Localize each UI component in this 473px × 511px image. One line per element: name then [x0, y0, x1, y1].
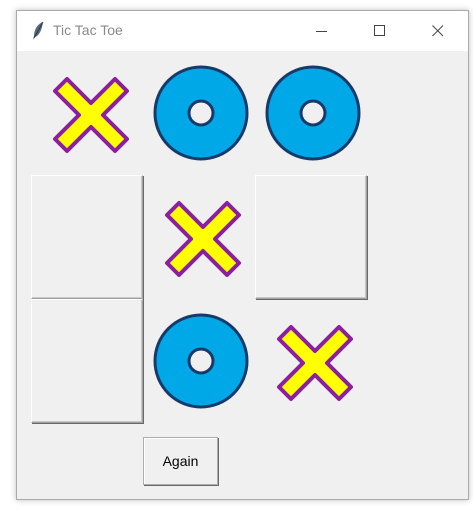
minimize-button[interactable] [299, 11, 345, 51]
board-cell-1-2[interactable] [255, 175, 367, 299]
close-button[interactable] [415, 11, 461, 51]
minimize-icon [316, 31, 327, 32]
o-mark-icon [153, 313, 249, 409]
feather-icon [33, 21, 44, 40]
o-mark-icon [265, 65, 361, 161]
board-cell-0-1[interactable] [143, 51, 255, 175]
board-cell-1-1[interactable] [143, 175, 255, 299]
board-cell-1-0[interactable] [31, 175, 143, 299]
o-mark-icon [153, 65, 249, 161]
maximize-button[interactable] [357, 11, 403, 51]
x-mark-icon [277, 325, 353, 401]
board-cell-2-0[interactable] [31, 299, 143, 423]
x-mark-icon [165, 201, 241, 277]
x-mark-icon [53, 77, 129, 153]
window-title: Tic Tac Toe [53, 22, 123, 38]
title-bar[interactable]: Tic Tac Toe [17, 11, 468, 51]
board-cell-0-2[interactable] [255, 51, 367, 175]
again-button[interactable]: Again [143, 437, 218, 485]
board-cell-2-2[interactable] [255, 299, 367, 423]
app-window: Tic Tac Toe Again [16, 10, 469, 500]
close-icon [432, 25, 444, 37]
maximize-icon [374, 25, 385, 36]
board-cell-2-1[interactable] [143, 299, 255, 423]
board-cell-0-0[interactable] [31, 51, 143, 175]
